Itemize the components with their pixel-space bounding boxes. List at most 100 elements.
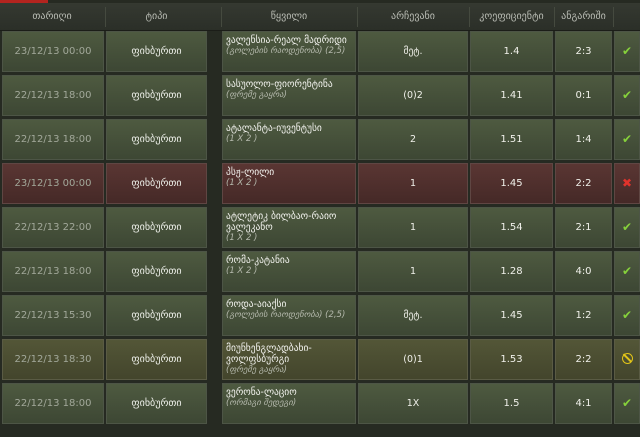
- row-choice: 1X: [358, 383, 468, 424]
- match-market: (1 X 2 ): [226, 266, 258, 276]
- row-date: 22/12/13 18:00: [2, 75, 104, 116]
- row-status: ✔: [614, 251, 640, 292]
- header-odds[interactable]: კოეფიციენტი: [470, 3, 553, 30]
- row-date: 22/12/13 15:30: [2, 295, 104, 336]
- match-market: (ორმაგი შედეგი): [226, 398, 297, 408]
- match-name: ვალენსია-რეალ მადრიდი: [226, 35, 347, 46]
- header-date[interactable]: თარიღი: [0, 3, 104, 30]
- row-score: 2:2: [555, 339, 612, 380]
- match-name: პსჟ-ლილი: [226, 167, 275, 178]
- match-name: ატლეტიკ ბილბაო-რაიო ვალეკანო: [226, 211, 337, 233]
- row-type: ფიხბურთი: [106, 383, 207, 424]
- x-icon: ✖: [621, 176, 633, 190]
- check-icon: ✔: [621, 44, 633, 58]
- check-icon: ✔: [621, 396, 633, 410]
- row-date: 23/12/13 00:00: [2, 163, 104, 204]
- row-match[interactable]: ატალანტა-იუვენტუსი (1 X 2 ): [222, 119, 356, 160]
- match-name: როდა-აიაქსი: [226, 299, 287, 310]
- row-score: 4:1: [555, 383, 612, 424]
- table-row: 22/12/13 18:00 ფიხბურთი ვერონა-ლაციო (ორმაგ…: [0, 383, 640, 427]
- row-odds: 1.45: [470, 295, 553, 336]
- row-match[interactable]: ვერონა-ლაციო (ორმაგი შედეგი): [222, 383, 356, 424]
- match-market: (1 X 2 ): [226, 134, 258, 144]
- table-row: 22/12/13 18:00 ფიხბურთი რომა-კატანია (1 X 2…: [0, 251, 640, 295]
- row-type: ფიხბურთი: [106, 295, 207, 336]
- header-choice[interactable]: არჩევანი: [358, 3, 468, 30]
- row-type: ფიხბურთი: [106, 207, 207, 248]
- match-name: სასუოლო-ფიორენტინა: [226, 79, 333, 90]
- row-status: ✔: [614, 75, 640, 116]
- row-score: 2:1: [555, 207, 612, 248]
- row-choice: (0)1: [358, 339, 468, 380]
- row-odds: 1.45: [470, 163, 553, 204]
- check-icon: ✔: [621, 264, 633, 278]
- row-type: ფიხბურთი: [106, 75, 207, 116]
- row-match[interactable]: ვალენსია-რეალ მადრიდი (გოლების რაოდენობა)…: [222, 31, 356, 72]
- row-status: ✔: [614, 295, 640, 336]
- row-status: ✔: [614, 119, 640, 160]
- check-icon: ✔: [621, 88, 633, 102]
- match-name: რომა-კატანია: [226, 255, 290, 266]
- row-odds: 1.54: [470, 207, 553, 248]
- row-score: 1:4: [555, 119, 612, 160]
- match-name: ვერონა-ლაციო: [226, 387, 297, 398]
- row-match[interactable]: როდა-აიაქსი (გოლების რაოდენობა) (2,5): [222, 295, 356, 336]
- row-match[interactable]: რომა-კატანია (1 X 2 ): [222, 251, 356, 292]
- table-row: 22/12/13 15:30 ფიხბურთი როდა-აიაქსი (გოლები…: [0, 295, 640, 339]
- bet-history-table: 23/12/13 00:00 ფიხბურთი ვალენსია-რეალ მადრ…: [0, 31, 640, 427]
- row-choice: 1: [358, 207, 468, 248]
- row-type: ფიხბურთი: [106, 119, 207, 160]
- table-row: 23/12/13 00:00 ფიხბურთი პსჟ-ლილი (1 X 2 ) 1 1…: [0, 163, 640, 207]
- row-score: 4:0: [555, 251, 612, 292]
- row-type: ფიხბურთი: [106, 339, 207, 380]
- row-score: 0:1: [555, 75, 612, 116]
- row-match[interactable]: პსჟ-ლილი (1 X 2 ): [222, 163, 356, 204]
- header-score[interactable]: ანგარიში: [555, 3, 612, 30]
- row-choice: 2: [358, 119, 468, 160]
- row-status: ✔: [614, 207, 640, 248]
- row-score: 2:3: [555, 31, 612, 72]
- row-choice: (0)2: [358, 75, 468, 116]
- table-row: 23/12/13 00:00 ფიხბურთი ვალენსია-რეალ მადრ…: [0, 31, 640, 75]
- header-match[interactable]: წყვილი: [222, 3, 356, 30]
- table-row: 22/12/13 18:00 ფიხბურთი ატალანტა-იუვენტუსი…: [0, 119, 640, 163]
- row-odds: 1.51: [470, 119, 553, 160]
- match-market: (გოლების რაოდენობა) (2,5): [226, 46, 346, 56]
- table-header: თარიღი ტიპი წყვილი არჩევანი კოეფიციენტი …: [0, 3, 640, 31]
- row-score: 2:2: [555, 163, 612, 204]
- match-market: (1 X 2 ): [226, 233, 258, 243]
- row-date: 22/12/13 18:00: [2, 119, 104, 160]
- row-match[interactable]: მიუნხენგლადბახი-ვოლფსბურგი (ფრემე გაყრა): [222, 339, 356, 380]
- row-status: [614, 339, 640, 380]
- check-icon: ✔: [621, 132, 633, 146]
- row-odds: 1.41: [470, 75, 553, 116]
- check-icon: ✔: [621, 308, 633, 322]
- row-odds: 1.53: [470, 339, 553, 380]
- row-odds: 1.4: [470, 31, 553, 72]
- match-name: მიუნხენგლადბახი-ვოლფსბურგი: [226, 343, 312, 365]
- row-choice: მეტ.: [358, 31, 468, 72]
- header-divider: [613, 7, 614, 27]
- row-date: 22/12/13 18:00: [2, 251, 104, 292]
- row-choice: 1: [358, 163, 468, 204]
- row-date: 22/12/13 18:30: [2, 339, 104, 380]
- match-market: (ფრემე გაყრა): [226, 365, 287, 375]
- header-type[interactable]: ტიპი: [106, 3, 207, 30]
- row-odds: 1.5: [470, 383, 553, 424]
- row-choice: 1: [358, 251, 468, 292]
- row-odds: 1.28: [470, 251, 553, 292]
- match-market: (გოლების რაოდენობა) (2,5): [226, 310, 346, 320]
- row-type: ფიხბურთი: [106, 163, 207, 204]
- row-date: 23/12/13 00:00: [2, 31, 104, 72]
- row-match[interactable]: ატლეტიკ ბილბაო-რაიო ვალეკანო (1 X 2 ): [222, 207, 356, 248]
- table-row: 22/12/13 18:30 ფიხბურთი მიუნხენგლადბახი-ვო…: [0, 339, 640, 383]
- table-row: 22/12/13 18:00 ფიხბურთი სასუოლო-ფიორენტინა…: [0, 75, 640, 119]
- pending-icon: [621, 353, 633, 364]
- row-status: ✔: [614, 31, 640, 72]
- row-status: ✔: [614, 383, 640, 424]
- row-match[interactable]: სასუოლო-ფიორენტინა (ფრემე გაყრა): [222, 75, 356, 116]
- row-type: ფიხბურთი: [106, 31, 207, 72]
- table-row: 22/12/13 22:00 ფიხბურთი ატლეტიკ ბილბაო-რაი…: [0, 207, 640, 251]
- match-market: (1 X 2 ): [226, 178, 258, 188]
- row-date: 22/12/13 22:00: [2, 207, 104, 248]
